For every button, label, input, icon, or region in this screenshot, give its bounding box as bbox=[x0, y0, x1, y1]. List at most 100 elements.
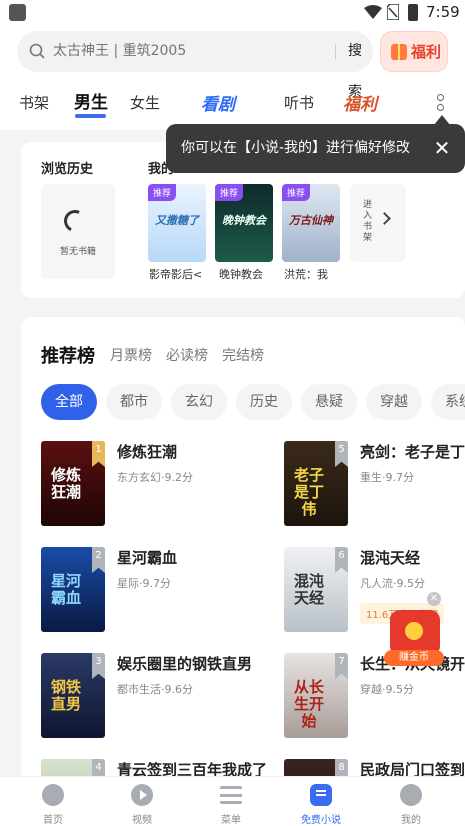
book-meta: 凡人流·9.5分 bbox=[360, 577, 425, 590]
nav-label: 我的 bbox=[401, 815, 421, 826]
novel-icon bbox=[310, 784, 332, 806]
book-meta: 穿越·9.5分 bbox=[360, 683, 414, 696]
book-title: 修炼狂潮 bbox=[117, 443, 178, 461]
enter-shelf-button[interactable]: 进入书架 bbox=[350, 184, 406, 262]
nav-video[interactable]: 视频 bbox=[112, 777, 172, 826]
tab-drama[interactable]: 看剧 bbox=[201, 90, 235, 115]
status-bar: 7:59 bbox=[0, 0, 465, 26]
shelf-book-title[interactable]: 晚钟教会 bbox=[219, 266, 281, 282]
more-icon[interactable] bbox=[437, 94, 445, 114]
cover-text: 混沌天经 bbox=[293, 572, 324, 607]
video-icon bbox=[131, 784, 153, 806]
status-time: 7:59 bbox=[426, 3, 460, 21]
earn-coins-float[interactable]: ✕ 赚金币 bbox=[384, 592, 446, 672]
cover-text: 修炼狂潮 bbox=[50, 466, 81, 501]
preference-tooltip: 你可以在【小说-我的】进行偏好修改 ✕ bbox=[166, 115, 465, 173]
header: 搜索 福利 书架 男生 女生 看剧 听书 福利 bbox=[0, 26, 465, 130]
bottom-nav: 首页 视频 菜单 免费小说 我的 bbox=[0, 776, 465, 826]
book-cover: 从长生开始 7 bbox=[284, 653, 348, 738]
chip-all[interactable]: 全部 bbox=[41, 384, 97, 420]
cover-text: 万古仙神 bbox=[289, 214, 333, 227]
profile-icon bbox=[400, 784, 422, 806]
no-sim-icon bbox=[387, 4, 399, 20]
book-cover: 老子是丁伟 5 bbox=[284, 441, 348, 526]
menu-icon bbox=[220, 786, 242, 804]
earn-coins-label: 赚金币 bbox=[384, 650, 444, 666]
history-empty-box[interactable]: 暂无书籍 bbox=[41, 184, 115, 279]
rank-number: 2 bbox=[92, 547, 105, 573]
battery-icon bbox=[408, 4, 418, 21]
chip-system[interactable]: 系统 bbox=[431, 384, 465, 420]
rank-tab-monthly[interactable]: 月票榜 bbox=[110, 345, 152, 365]
tab-bookshelf[interactable]: 书架 bbox=[19, 92, 49, 113]
top-tabs: 书架 男生 女生 看剧 听书 福利 bbox=[0, 84, 465, 124]
home-icon bbox=[42, 784, 64, 806]
search-button[interactable]: 搜索 bbox=[348, 31, 373, 100]
history-empty-text: 暂无书籍 bbox=[59, 247, 96, 257]
rank-number: 7 bbox=[335, 653, 348, 679]
shelf-book-title[interactable]: 影帝影后< bbox=[149, 266, 211, 282]
app-notification-icon bbox=[9, 4, 26, 21]
ranked-book[interactable]: 钢铁直男 3 娱乐圈里的钢铁直男 都市生活·9.6分 bbox=[41, 653, 281, 743]
book-cover: 混沌天经 6 bbox=[284, 547, 348, 632]
book-meta: 都市生活·9.6分 bbox=[117, 683, 193, 696]
shelf-book[interactable]: 推荐 万古仙神 bbox=[282, 184, 340, 262]
book-cover: 钢铁直男 3 bbox=[41, 653, 105, 738]
rank-number: 1 bbox=[92, 441, 105, 467]
nav-menu[interactable]: 菜单 bbox=[201, 777, 261, 826]
chip-fantasy[interactable]: 玄幻 bbox=[171, 384, 227, 420]
shelf-book[interactable]: 推荐 晚钟教会 bbox=[215, 184, 273, 262]
search-icon bbox=[29, 43, 45, 59]
nav-label: 菜单 bbox=[221, 815, 241, 826]
cover-text: 晚钟教会 bbox=[222, 214, 266, 227]
rank-tab-finished[interactable]: 完结榜 bbox=[222, 345, 264, 365]
nav-label: 首页 bbox=[43, 815, 63, 826]
tab-active-indicator bbox=[75, 114, 106, 118]
search-bar[interactable]: 搜索 bbox=[17, 31, 373, 100]
book-title: 娱乐圈里的钢铁直男 bbox=[117, 655, 253, 673]
search-input[interactable] bbox=[53, 31, 313, 72]
cover-text: 又撒糖了 bbox=[155, 214, 199, 227]
enter-shelf-label: 进入书架 bbox=[363, 200, 373, 243]
nav-free-novel[interactable]: 免费小说 bbox=[291, 777, 351, 826]
rank-number: 6 bbox=[335, 547, 348, 573]
ranking-card: 推荐榜 月票榜 必读榜 完结榜 全部 都市 玄幻 历史 悬疑 穿越 系统 修炼狂… bbox=[21, 317, 465, 787]
welfare-label: 福利 bbox=[411, 43, 442, 61]
book-cover: 修炼狂潮 1 bbox=[41, 441, 105, 526]
nav-home[interactable]: 首页 bbox=[23, 777, 83, 826]
tab-female[interactable]: 女生 bbox=[130, 92, 160, 113]
book-title: 星河霸血 bbox=[117, 549, 178, 567]
gift-icon bbox=[391, 44, 407, 60]
chevron-right-icon bbox=[378, 212, 391, 225]
welfare-button[interactable]: 福利 bbox=[380, 31, 448, 72]
book-meta: 东方玄幻·9.2分 bbox=[117, 471, 193, 484]
cover-text: 从长生开始 bbox=[293, 678, 324, 730]
ranked-book[interactable]: 星河霸血 2 星河霸血 星际·9.7分 bbox=[41, 547, 281, 637]
recommend-tag: 推荐 bbox=[148, 184, 177, 201]
chip-time-travel[interactable]: 穿越 bbox=[366, 384, 422, 420]
close-icon[interactable]: ✕ bbox=[427, 592, 441, 606]
tab-welfare[interactable]: 福利 bbox=[343, 90, 377, 115]
chip-urban[interactable]: 都市 bbox=[106, 384, 162, 420]
history-title: 浏览历史 bbox=[41, 162, 94, 177]
close-icon[interactable]: ✕ bbox=[432, 138, 452, 158]
nav-profile[interactable]: 我的 bbox=[381, 777, 441, 826]
chip-mystery[interactable]: 悬疑 bbox=[301, 384, 357, 420]
book-cover: 星河霸血 2 bbox=[41, 547, 105, 632]
nav-label: 免费小说 bbox=[301, 815, 341, 826]
tooltip-text: 你可以在【小说-我的】进行偏好修改 bbox=[181, 140, 411, 156]
book-title: 亮剑：老子是丁伟 bbox=[360, 443, 465, 461]
cover-text: 老子是丁伟 bbox=[293, 466, 324, 518]
cover-text: 钢铁直男 bbox=[50, 678, 81, 713]
rank-tab-must-read[interactable]: 必读榜 bbox=[166, 345, 208, 365]
rank-tab-recommend[interactable]: 推荐榜 bbox=[41, 342, 95, 368]
search-divider bbox=[335, 44, 336, 59]
ranked-book[interactable]: 修炼狂潮 1 修炼狂潮 东方玄幻·9.2分 bbox=[41, 441, 281, 531]
tab-audiobook[interactable]: 听书 bbox=[284, 92, 314, 113]
ranked-book[interactable]: 老子是丁伟 5 亮剑：老子是丁伟 重生·9.7分 bbox=[284, 441, 465, 531]
tab-male[interactable]: 男生 bbox=[74, 88, 108, 113]
loading-icon bbox=[60, 206, 90, 236]
chip-history[interactable]: 历史 bbox=[236, 384, 292, 420]
shelf-book-title[interactable]: 洪荒：我 bbox=[284, 266, 346, 282]
shelf-book[interactable]: 推荐 又撒糖了 bbox=[148, 184, 206, 262]
